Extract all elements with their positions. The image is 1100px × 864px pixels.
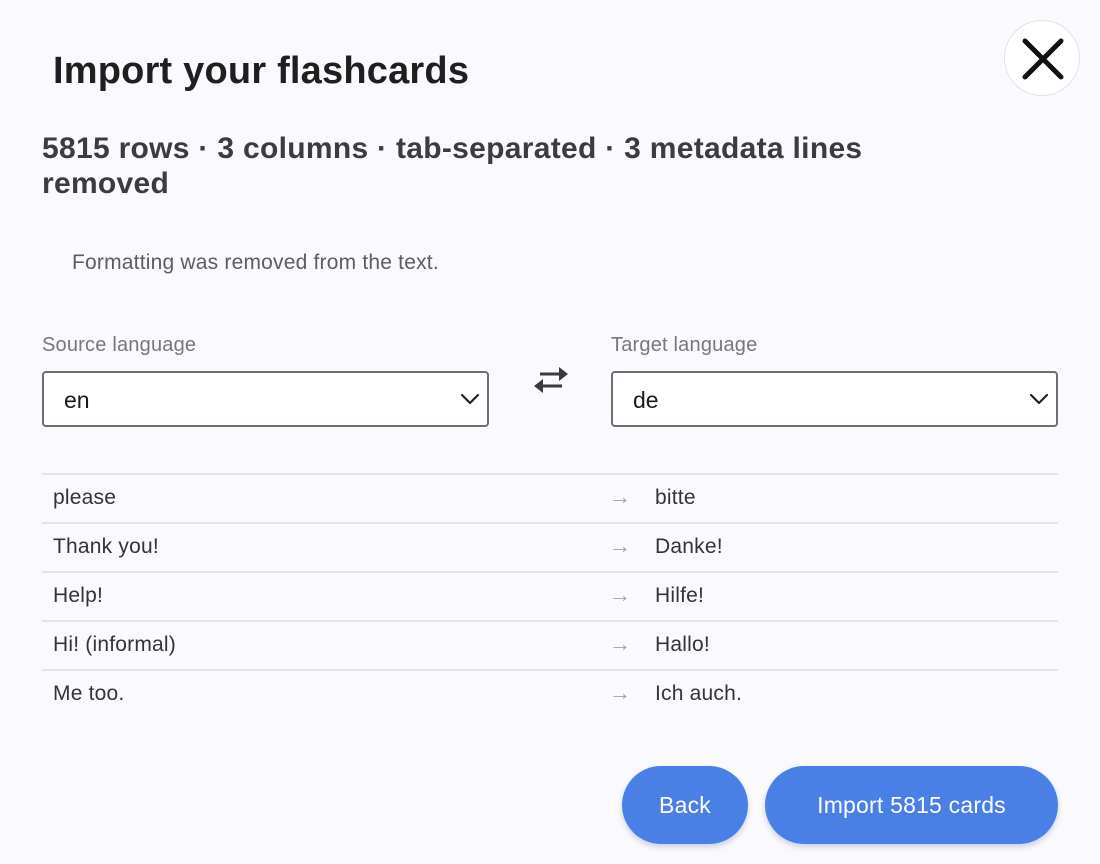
arrow-right-icon: → [609,484,631,509]
target-term: Danke! [655,535,723,558]
target-language-label: Target language [611,334,758,356]
target-term: bitte [655,486,696,509]
source-language-label: Source language [42,334,197,356]
source-term: Hi! (informal) [53,633,176,656]
dialog-title: Import your flashcards [53,50,470,92]
source-term: please [53,486,117,509]
table-row: Help! → Hilfe! [42,571,1058,620]
source-term: Me too. [53,682,125,705]
import-dialog: Import your flashcards 5815 rows · 3 col… [0,0,1100,864]
table-row: Thank you! → Danke! [42,522,1058,571]
table-row: Me too. → Ich auch. [42,669,1058,718]
source-language-select[interactable]: en [42,371,489,427]
source-language-value: en [64,387,90,413]
target-term: Ich auch. [655,682,743,705]
chevron-down-icon [460,393,480,405]
table-row: Hi! (informal) → Hallo! [42,620,1058,669]
arrow-right-icon: → [609,680,631,705]
chevron-down-icon [1029,393,1049,405]
target-term: Hallo! [655,633,710,656]
close-button[interactable] [1004,20,1080,96]
source-term: Help! [53,584,104,607]
swap-arrows-icon[interactable] [532,364,570,396]
close-icon [1022,38,1064,80]
import-button[interactable]: Import 5815 cards [765,766,1058,844]
file-summary: 5815 rows · 3 columns · tab-separated · … [42,132,863,200]
table-row: please → bitte [42,473,1058,522]
source-term: Thank you! [53,535,159,558]
back-button[interactable]: Back [622,766,748,844]
target-term: Hilfe! [655,584,705,607]
formatting-notice: Formatting was removed from the text. [72,251,439,274]
arrow-right-icon: → [609,533,631,558]
arrow-right-icon: → [609,582,631,607]
target-language-select[interactable]: de [611,371,1058,427]
preview-table: please → bitte Thank you! → Danke! Help!… [42,473,1058,718]
target-language-value: de [633,387,659,413]
arrow-right-icon: → [609,631,631,656]
